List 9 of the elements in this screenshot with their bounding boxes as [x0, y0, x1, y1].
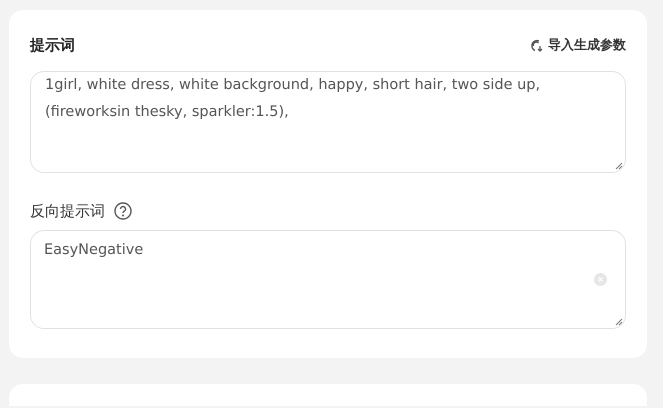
import-params-button[interactable]: 导入生成参数 — [529, 36, 626, 54]
resize-handle-icon[interactable] — [615, 318, 623, 326]
prompt-field[interactable]: 1girl, white dress, white background, happy, short hair, two side up, (fireworksin thesky, sparkler:1.5), — [30, 71, 626, 173]
help-icon[interactable] — [114, 202, 132, 220]
resize-handle-icon[interactable] — [615, 162, 623, 170]
negative-prompt-field[interactable]: EasyNegative — [30, 230, 626, 329]
import-icon — [529, 38, 544, 52]
section-title: 反向提示词 — [30, 202, 105, 220]
section-title: 提示词 — [30, 36, 75, 54]
